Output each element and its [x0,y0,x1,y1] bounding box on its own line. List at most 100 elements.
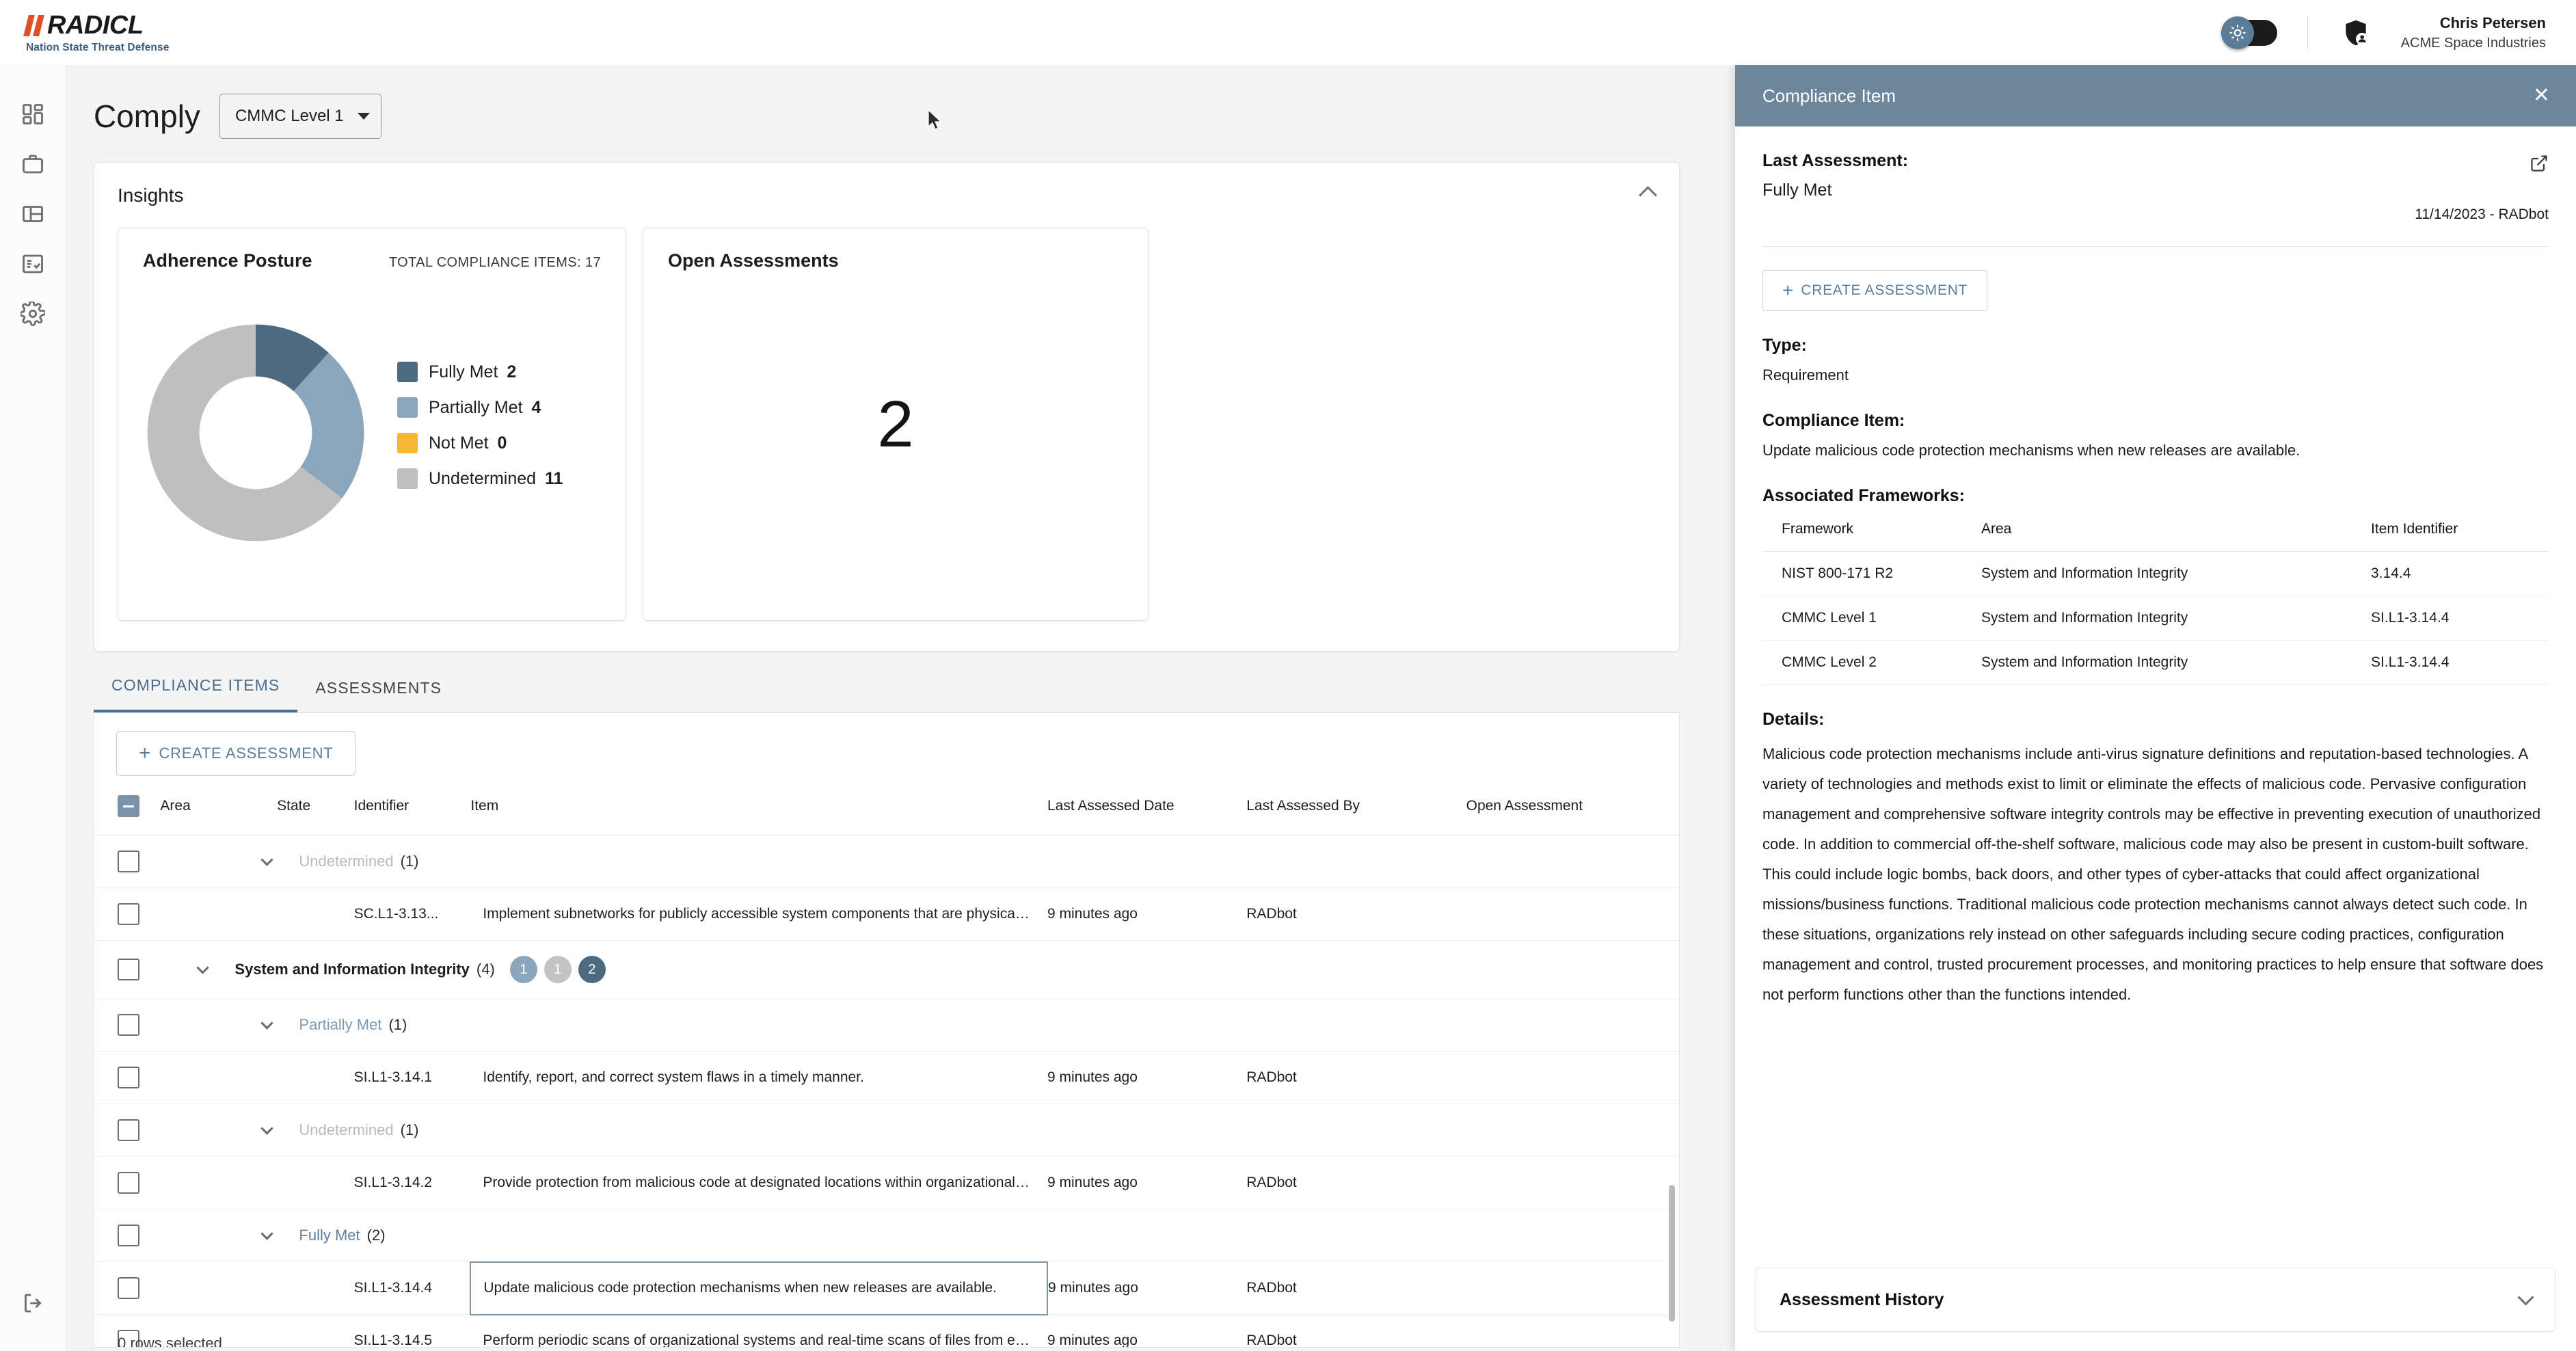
table-group-row[interactable]: Undetermined (1) [94,835,1679,888]
legend-item-undetermined[interactable]: Undetermined 11 [397,468,563,489]
compliance-items-table-card: + CREATE ASSESSMENT Area State Identifie… [94,713,1680,1348]
chevron-down-icon[interactable] [260,853,274,866]
frameworks-header-row: Framework Area Item Identifier [1762,521,2549,552]
row-checkbox[interactable] [118,1119,139,1141]
group-cell[interactable]: Partially Met (1) [160,998,1679,1052]
row-checkbox[interactable] [118,1172,139,1194]
group-label: Fully Met [299,1226,360,1244]
group-cell[interactable]: Undetermined (1) [160,835,1679,888]
legend-item-fully-met[interactable]: Fully Met 2 [397,362,563,382]
column-header-identifier[interactable]: Identifier [353,776,471,835]
column-header-state[interactable]: State [277,776,354,835]
close-icon[interactable]: ✕ [2533,85,2550,106]
chart-legend: Fully Met 2 Partially Met 4 Not Met 0 Undet… [397,362,563,504]
open-assessments-card: Open Assessments 2 [643,228,1149,621]
panel-create-assessment-button[interactable]: + CREATE ASSESSMENT [1762,270,1988,311]
assessment-history-section[interactable]: Assessment History [1756,1268,2555,1332]
user-info[interactable]: Chris Petersen ACME Space Industries [2401,14,2546,51]
cell-state [277,1156,354,1209]
column-header-item[interactable]: Item [470,776,1047,835]
legend-label: Partially Met 4 [429,397,541,417]
cell-last-assessed-date: 9 minutes ago [1047,1156,1247,1209]
sidebar-item-cases[interactable] [8,139,57,189]
group-cell[interactable]: Fully Met (2) [160,1209,1679,1262]
row-checkbox[interactable] [118,903,139,925]
group-cell[interactable]: Undetermined (1) [160,1103,1679,1157]
row-checkbox[interactable] [118,1067,139,1088]
create-assessment-button[interactable]: + CREATE ASSESSMENT [116,731,356,776]
group-count: (2) [366,1226,386,1244]
group-cell[interactable]: System and Information Integrity (4) 1 1 2 [160,940,1679,999]
column-header-area[interactable]: Area [160,776,278,835]
cell-identifier: SC.L1-3.13... [353,887,471,941]
status-badge: 2 [578,956,606,983]
shield-user-icon[interactable] [2341,18,2371,48]
chevron-up-icon[interactable] [1639,186,1657,204]
sun-icon [2221,16,2254,49]
column-header-open-assessment[interactable]: Open Assessment [1466,776,1679,835]
table-group-row[interactable]: Partially Met (1) [94,998,1679,1052]
cell-item: Implement subnetworks for publicly acces… [470,887,1047,941]
row-checkbox[interactable] [118,959,139,980]
row-select-cell [94,887,161,941]
framework-select[interactable]: CMMC Level 1 [219,94,381,139]
column-header-last-assessed-date[interactable]: Last Assessed Date [1047,776,1247,835]
table-group-row[interactable]: System and Information Integrity (4) 1 1 2 [94,940,1679,999]
cell-open-assessment [1466,1314,1679,1347]
legend-swatch [397,397,418,418]
group-label: Partially Met [299,1016,382,1033]
details-body: Malicious code protection mechanisms inc… [1762,745,2544,1003]
tab-assessments[interactable]: ASSESSMENTS [297,679,459,712]
panel-create-assessment-label: CREATE ASSESSMENT [1801,282,1968,298]
cell-area: System and Information Integrity [1981,551,2371,596]
row-checkbox[interactable] [118,851,139,872]
table-row[interactable]: SI.L1-3.14.5 Perform periodic scans of or… [94,1314,1679,1347]
adherence-title: Adherence Posture [143,250,312,271]
compliance-items-table: Area State Identifier Item Last Assessed… [94,776,1679,1347]
legend-item-partially-met[interactable]: Partially Met 4 [397,397,563,418]
table-row[interactable]: SI.L1-3.14.2 Provide protection from mali… [94,1156,1679,1209]
logout-icon[interactable] [8,1279,57,1328]
row-checkbox[interactable] [118,1014,139,1036]
panel-header: Compliance Item ✕ [1735,65,2576,126]
chevron-down-icon[interactable] [196,961,210,974]
type-section: Type: Requirement [1762,311,2549,386]
sidebar-item-dashboard[interactable] [8,90,57,139]
chevron-down-icon[interactable] [260,1122,274,1135]
cell-item: Perform periodic scans of organizational… [470,1314,1047,1347]
select-all-checkbox[interactable] [118,795,139,817]
assessment-history-label: Assessment History [1780,1289,1944,1309]
sidebar-item-comply[interactable] [8,239,57,289]
cell-area [160,887,278,941]
cell-framework: CMMC Level 2 [1762,640,1981,685]
compliance-item-value: Update malicious code protection mechani… [1762,442,2300,459]
sidebar-item-reports[interactable] [8,189,57,239]
table-row[interactable]: SI.L1-3.14.4 Update malicious code protec… [94,1261,1679,1315]
theme-toggle[interactable] [2221,16,2277,49]
create-assessment-label: CREATE ASSESSMENT [159,745,334,762]
group-label: Undetermined [299,853,394,870]
insights-header[interactable]: Insights [94,163,1679,228]
external-link-icon[interactable] [2530,154,2549,176]
tab-compliance-items[interactable]: COMPLIANCE ITEMS [94,676,298,712]
legend-item-not-met[interactable]: Not Met 0 [397,433,563,453]
table-group-row[interactable]: Fully Met (2) [94,1209,1679,1262]
adherence-posture-card: Adherence Posture TOTAL COMPLIANCE ITEMS… [118,228,626,621]
row-checkbox[interactable] [118,1277,139,1299]
row-checkbox[interactable] [118,1225,139,1246]
table-group-row[interactable]: Undetermined (1) [94,1103,1679,1157]
table-row[interactable]: SI.L1-3.14.1 Identify, report, and correc… [94,1051,1679,1104]
chevron-down-icon[interactable] [2517,1288,2534,1306]
brand-logo[interactable]: RADICL Nation State Threat Defense [23,11,183,54]
last-assessment-meta: 11/14/2023 - RADbot [2415,206,2549,222]
table-row[interactable]: SC.L1-3.13... Implement subnetworks for p… [94,887,1679,941]
cell-framework: NIST 800-171 R2 [1762,551,1981,596]
chevron-down-icon[interactable] [260,1017,274,1030]
cell-last-assessed-by: RADbot [1246,1051,1466,1104]
sidebar-item-settings[interactable] [8,289,57,338]
column-header-last-assessed-by[interactable]: Last Assessed By [1246,776,1466,835]
details-label: Details: [1762,710,1825,729]
plus-icon: + [1782,280,1794,301]
table-scrollbar[interactable] [1669,1185,1675,1322]
chevron-down-icon[interactable] [260,1227,274,1240]
